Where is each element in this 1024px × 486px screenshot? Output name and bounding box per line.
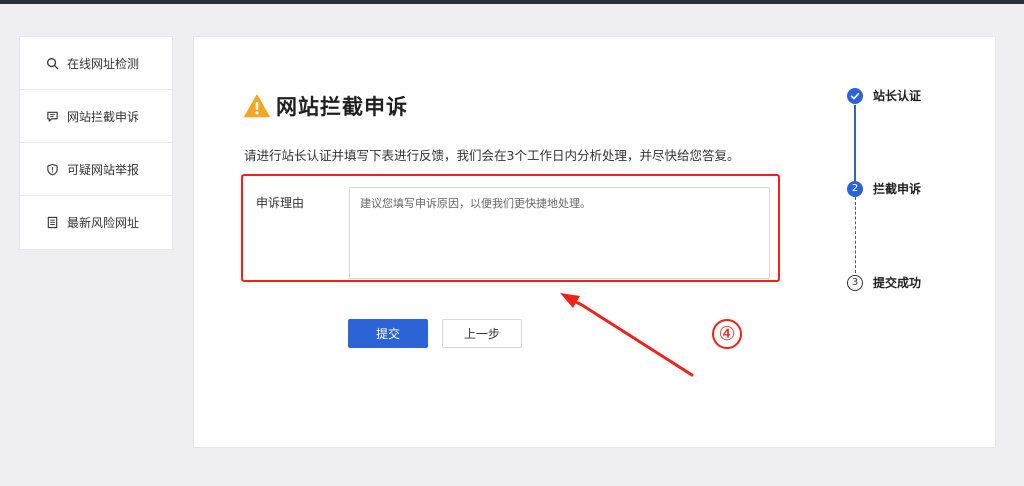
comment-icon: [45, 109, 59, 123]
step-connector-todo: [854, 197, 856, 273]
appeal-form-highlight: 申诉理由: [241, 174, 780, 282]
step-connector-done: [854, 105, 856, 183]
warning-icon: [244, 94, 270, 118]
step-label: 拦截申诉: [873, 182, 922, 196]
sidebar-item-label: 在线网址检测: [67, 56, 140, 71]
step-number: 2: [847, 180, 863, 197]
step-site-owner-verify: 站长认证: [847, 87, 921, 104]
annotation-step-number: ④: [712, 319, 742, 349]
sidebar-item-label: 可疑网站举报: [67, 162, 140, 177]
page-title-row: 网站拦截申诉: [244, 91, 408, 121]
step-number: 3: [847, 274, 863, 291]
submit-button[interactable]: 提交: [348, 319, 428, 348]
step-label: 站长认证: [873, 89, 922, 103]
page-description: 请进行站长认证并填写下表进行反馈，我们会在3个工作日内分析处理，并尽快给您答复。: [244, 148, 740, 163]
main-card: 网站拦截申诉 请进行站长认证并填写下表进行反馈，我们会在3个工作日内分析处理，并…: [193, 36, 996, 448]
sidebar-item-block-appeal[interactable]: 网站拦截申诉: [20, 90, 172, 143]
sidebar-item-label: 网站拦截申诉: [67, 109, 140, 124]
appeal-reason-textarea[interactable]: [349, 187, 770, 279]
sidebar-item-latest-risk[interactable]: 最新风险网址: [20, 196, 172, 249]
document-icon: [45, 216, 59, 230]
appeal-reason-label: 申诉理由: [256, 196, 305, 210]
shield-icon: [45, 162, 59, 176]
step-block-appeal: 2 拦截申诉: [847, 180, 921, 197]
step-label: 提交成功: [873, 276, 922, 290]
page-title: 网站拦截申诉: [276, 95, 408, 119]
sidebar-item-report[interactable]: 可疑网站举报: [20, 143, 172, 196]
progress-steps: 站长认证 2 拦截申诉 3 提交成功: [847, 85, 987, 305]
sidebar-item-url-check[interactable]: 在线网址检测: [20, 37, 172, 90]
search-icon: [45, 56, 59, 70]
sidebar: 在线网址检测 网站拦截申诉 可疑网站举报 最新风险网址: [19, 36, 173, 250]
step-submit-success: 3 提交成功: [847, 274, 921, 291]
check-icon: [847, 87, 863, 104]
sidebar-item-label: 最新风险网址: [67, 216, 140, 230]
top-bar: [0, 0, 1024, 4]
previous-step-button[interactable]: 上一步: [442, 319, 522, 348]
